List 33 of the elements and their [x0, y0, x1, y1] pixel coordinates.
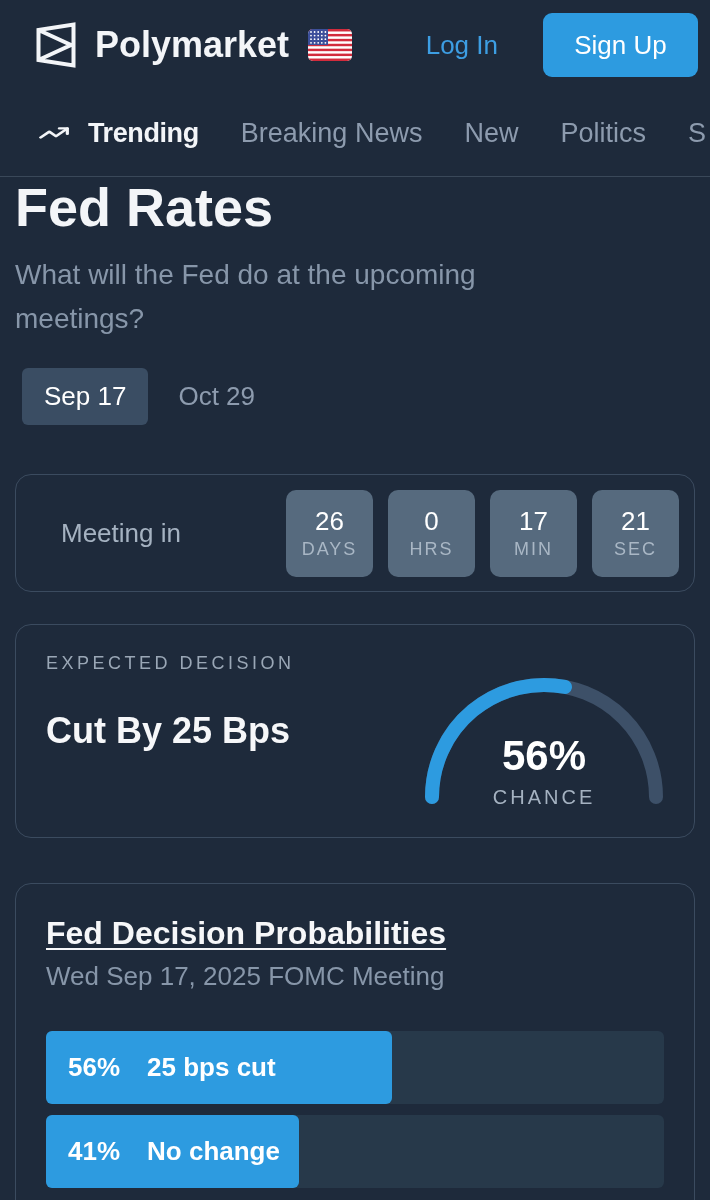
logo-icon [36, 22, 76, 68]
meeting-tab[interactable]: Sep 17 [22, 368, 149, 426]
page-subtitle: What will the Fed do at the upcoming meetings? [15, 258, 477, 337]
decision-label: EXPECTED DECISION [46, 653, 296, 675]
brand-name: Polymarket [95, 24, 290, 66]
gauge-percent: 56% [501, 735, 587, 778]
nav-tab[interactable]: Breaking News [240, 117, 423, 149]
flag-icon [308, 29, 353, 61]
outcome-percent: 56% [68, 1051, 121, 1083]
countdown-unit: HRS [409, 540, 454, 559]
meeting-tab[interactable]: Oct 29 [156, 368, 277, 426]
countdown-value: 26 [315, 508, 344, 535]
page-title: Fed Rates [15, 178, 275, 238]
countdown-unit: DAYS [301, 540, 358, 559]
gauge-caption: CHANCE [492, 787, 596, 808]
countdown-value: 17 [519, 508, 548, 535]
countdown-value: 0 [424, 508, 439, 535]
outcome-label: No change [147, 1135, 280, 1167]
login-link[interactable]: Log In [425, 29, 498, 61]
nav-tab[interactable]: Trending [38, 117, 199, 149]
probabilities-subtitle: Wed Sep 17, 2025 FOMC Meeting [46, 960, 446, 992]
nav-tab[interactable]: S [687, 117, 706, 149]
probabilities-title[interactable]: Fed Decision Probabilities [46, 914, 447, 953]
nav-tab[interactable]: New [464, 117, 519, 149]
countdown-unit: MIN [514, 540, 553, 559]
countdown-unit: SEC [614, 540, 657, 559]
outcome-label: 25 bps cut [147, 1051, 276, 1083]
signup-button[interactable]: Sign Up [543, 13, 698, 77]
nav-tab[interactable]: Politics [560, 117, 646, 149]
outcome-percent: 41% [68, 1135, 121, 1167]
countdown-value: 21 [621, 508, 650, 535]
countdown-label: Meeting in [61, 517, 181, 549]
decision-text: Cut By 25 Bps [46, 711, 292, 751]
